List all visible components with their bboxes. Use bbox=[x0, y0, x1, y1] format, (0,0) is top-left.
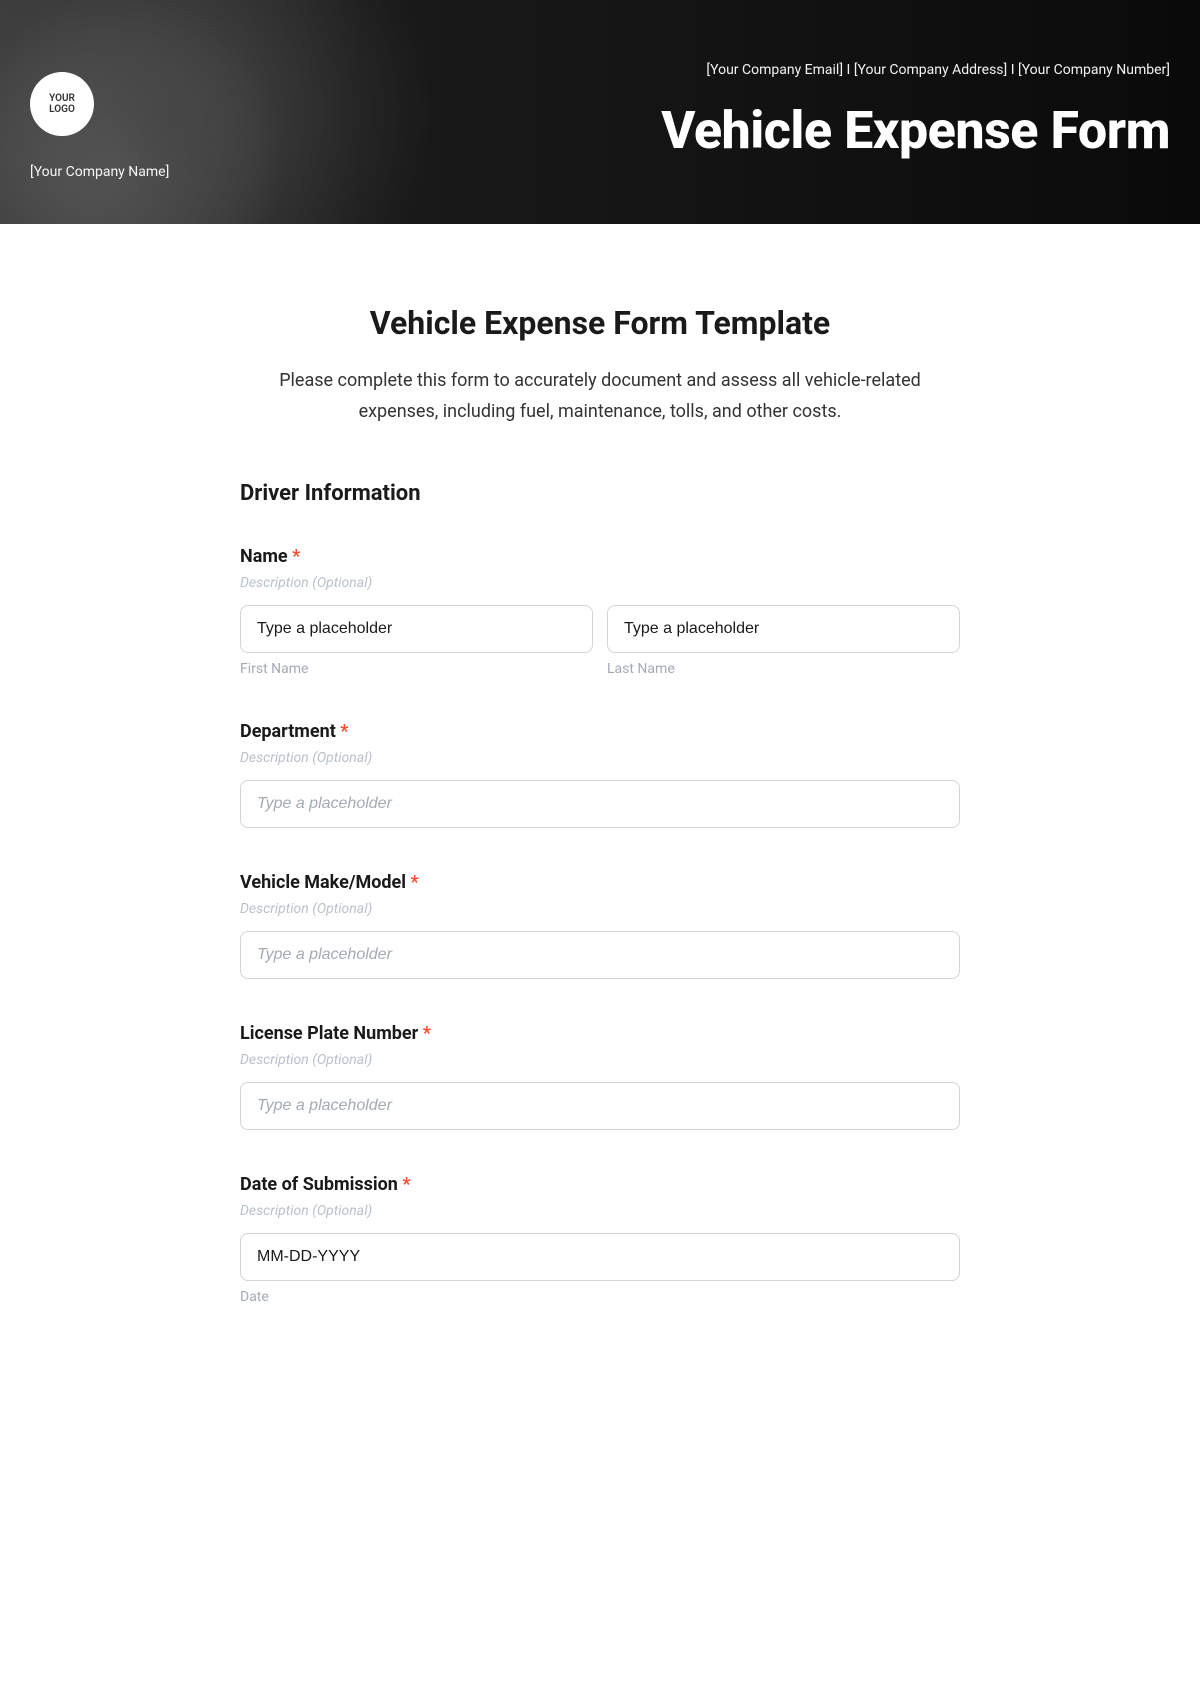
separator: I bbox=[843, 62, 854, 78]
vehicle-input[interactable] bbox=[240, 931, 960, 979]
company-info: [Your Company Email] I [Your Company Add… bbox=[169, 62, 1170, 78]
label-text: Date of Submission bbox=[240, 1174, 398, 1195]
field-vehicle: Vehicle Make/Model * Description (Option… bbox=[240, 872, 960, 979]
logo-placeholder: YOUR LOGO bbox=[30, 72, 94, 136]
last-name-input[interactable] bbox=[607, 605, 960, 653]
form-container: Vehicle Expense Form Template Please com… bbox=[190, 224, 1010, 1389]
field-name: Name * Description (Optional) First Name… bbox=[240, 546, 960, 677]
label-text: License Plate Number bbox=[240, 1023, 418, 1044]
company-number: [Your Company Number] bbox=[1018, 62, 1170, 78]
required-mark: * bbox=[411, 872, 419, 893]
separator: I bbox=[1007, 62, 1018, 78]
company-email: [Your Company Email] bbox=[706, 62, 843, 78]
label-name: Name * bbox=[240, 546, 960, 567]
name-row: First Name Last Name bbox=[240, 605, 960, 677]
header-right: [Your Company Email] I [Your Company Add… bbox=[169, 20, 1170, 161]
department-input[interactable] bbox=[240, 780, 960, 828]
first-name-sublabel: First Name bbox=[240, 661, 593, 677]
date-sublabel: Date bbox=[240, 1289, 960, 1305]
first-name-col: First Name bbox=[240, 605, 593, 677]
section-driver-info: Driver Information bbox=[240, 481, 960, 506]
header-banner: YOUR LOGO [Your Company Name] [Your Comp… bbox=[0, 0, 1200, 224]
plate-input[interactable] bbox=[240, 1082, 960, 1130]
first-name-input[interactable] bbox=[240, 605, 593, 653]
desc-department: Description (Optional) bbox=[240, 750, 960, 766]
required-mark: * bbox=[340, 721, 348, 742]
label-text: Name bbox=[240, 546, 288, 567]
label-text: Vehicle Make/Model bbox=[240, 872, 406, 893]
header-title: Vehicle Expense Form bbox=[169, 100, 1170, 161]
form-title: Vehicle Expense Form Template bbox=[240, 304, 960, 342]
desc-name: Description (Optional) bbox=[240, 575, 960, 591]
company-address: [Your Company Address] bbox=[854, 62, 1007, 78]
required-mark: * bbox=[292, 546, 300, 567]
field-department: Department * Description (Optional) bbox=[240, 721, 960, 828]
label-plate: License Plate Number * bbox=[240, 1023, 960, 1044]
company-name: [Your Company Name] bbox=[30, 164, 169, 180]
field-date: Date of Submission * Description (Option… bbox=[240, 1174, 960, 1305]
label-department: Department * bbox=[240, 721, 960, 742]
logo-text: YOUR LOGO bbox=[49, 93, 75, 115]
label-text: Department bbox=[240, 721, 336, 742]
desc-plate: Description (Optional) bbox=[240, 1052, 960, 1068]
last-name-sublabel: Last Name bbox=[607, 661, 960, 677]
required-mark: * bbox=[423, 1023, 431, 1044]
date-input[interactable] bbox=[240, 1233, 960, 1281]
label-date: Date of Submission * bbox=[240, 1174, 960, 1195]
field-plate: License Plate Number * Description (Opti… bbox=[240, 1023, 960, 1130]
last-name-col: Last Name bbox=[607, 605, 960, 677]
label-vehicle: Vehicle Make/Model * bbox=[240, 872, 960, 893]
logo-block: YOUR LOGO [Your Company Name] bbox=[30, 72, 169, 180]
form-description: Please complete this form to accurately … bbox=[240, 366, 960, 427]
desc-date: Description (Optional) bbox=[240, 1203, 960, 1219]
required-mark: * bbox=[402, 1174, 410, 1195]
desc-vehicle: Description (Optional) bbox=[240, 901, 960, 917]
